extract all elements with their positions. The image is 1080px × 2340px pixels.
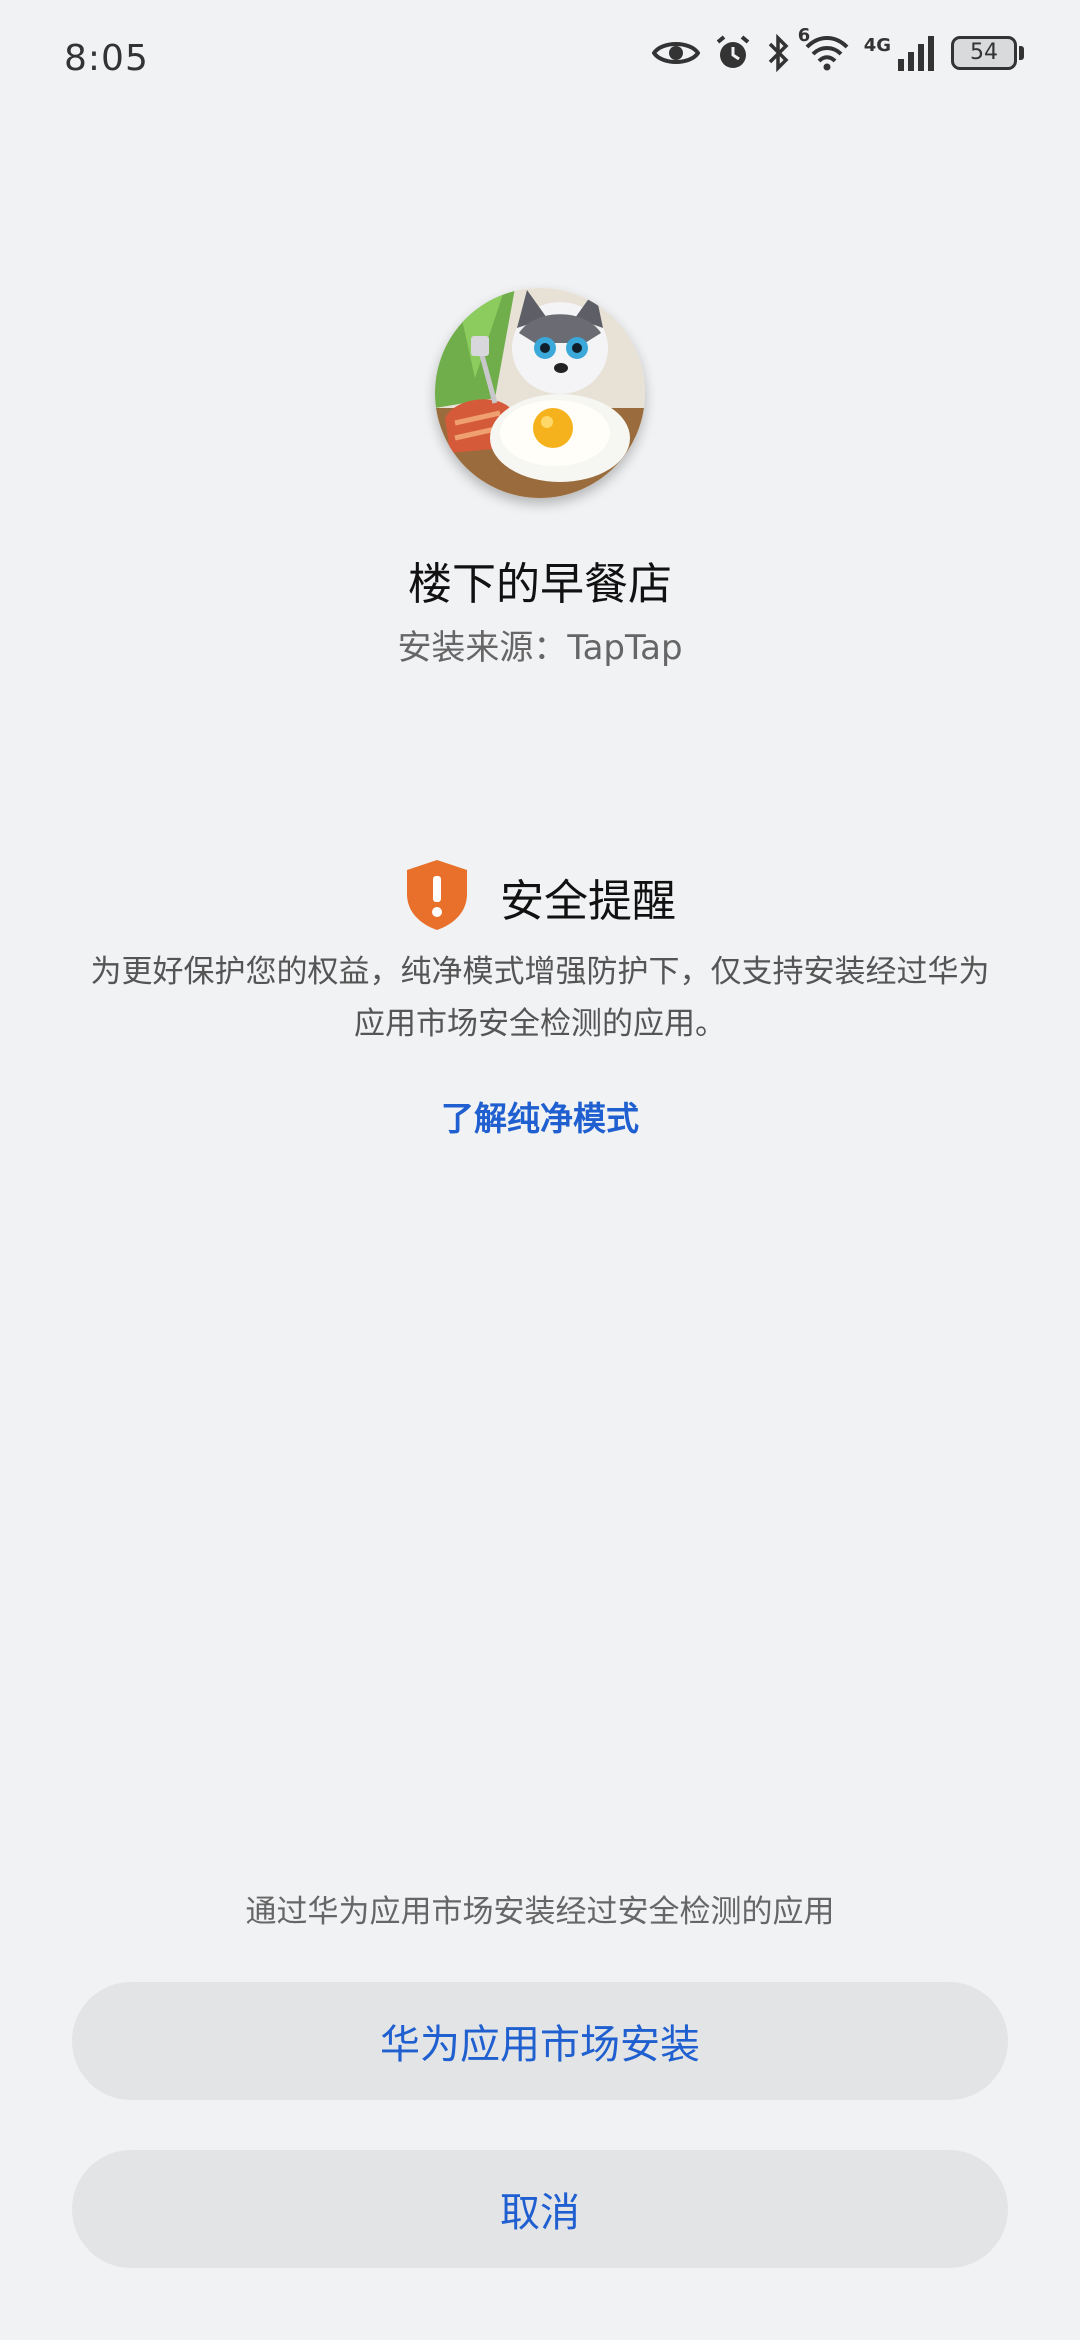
learn-pure-mode-link[interactable]: 了解纯净模式 [0, 1092, 1080, 1140]
battery-cap [1019, 46, 1024, 60]
alarm-icon [714, 34, 752, 72]
status-time: 8:05 [64, 38, 149, 79]
shield-warning-icon [404, 858, 470, 936]
app-icon [435, 288, 645, 498]
security-notice-header: 安全提醒 [0, 858, 1080, 936]
app-name: 楼下的早餐店 [408, 559, 672, 610]
network-type: 4G [863, 34, 891, 56]
install-via-appgallery-button[interactable]: 华为应用市场安装 [72, 1982, 1008, 2100]
wifi-badge: 6 [797, 25, 811, 46]
battery-level: 54 [951, 36, 1017, 70]
notice-title: 安全提醒 [500, 876, 676, 927]
install-source: 安装来源：TapTap [397, 628, 683, 668]
status-icons: 6 4G 54 [651, 25, 1024, 72]
bottom-hint: 通过华为应用市场安装经过安全检测的应用 [245, 1894, 835, 1930]
bluetooth-icon [766, 34, 790, 72]
battery-icon: 54 [951, 36, 1024, 70]
cancel-button[interactable]: 取消 [72, 2150, 1008, 2268]
notice-body: 为更好保护您的权益，纯净模式增强防护下，仅支持安装经过华为应用市场安全检测的应用… [90, 954, 990, 1042]
signal-icon [897, 35, 937, 71]
status-bar: 8:05 6 4G 54 [0, 0, 1080, 120]
wifi-icon: 6 [798, 25, 850, 71]
eye-icon [651, 37, 700, 69]
